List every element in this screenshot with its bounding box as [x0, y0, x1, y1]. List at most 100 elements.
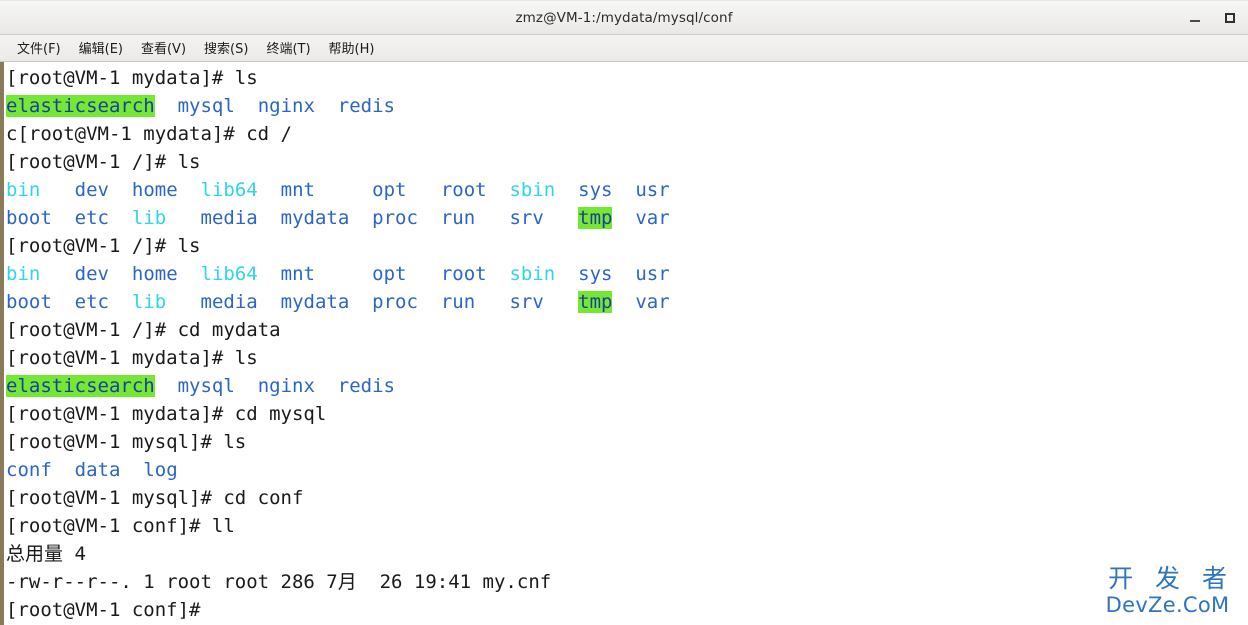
window-controls	[1186, 1, 1238, 34]
sticky-directory-name: tmp	[578, 207, 613, 229]
symlink-name: bin	[6, 263, 41, 285]
directory-name: dev	[74, 179, 109, 201]
maximize-button[interactable]	[1221, 9, 1238, 26]
directory-name: dev	[74, 263, 109, 285]
terminal-text: c[root@VM-1 mydata]# cd /	[6, 123, 292, 145]
terminal-text: [root@VM-1 /]# ls	[6, 235, 201, 257]
symlink-name: lib64	[200, 179, 258, 201]
title-bar[interactable]: zmz@VM-1:/mydata/mysql/conf	[0, 0, 1248, 35]
terminal-line: [root@VM-1 mysql]# cd conf	[6, 484, 1248, 512]
terminal-canvas[interactable]: [root@VM-1 mydata]# ls elasticsearch mysq…	[0, 62, 1248, 625]
directory-name: media	[200, 207, 258, 229]
directory-name: mydata	[280, 207, 350, 229]
directory-name: usr	[635, 263, 670, 285]
menu-help[interactable]: 帮助(H)	[320, 36, 384, 60]
terminal-line: boot etc lib media mydata proc run srv t…	[6, 204, 1248, 232]
minimize-icon	[1189, 19, 1200, 22]
menu-bar: 文件(F) 编辑(E) 查看(V) 搜索(S) 终端(T) 帮助(H)	[0, 35, 1248, 62]
terminal-line: [root@VM-1 conf]# ll	[6, 512, 1248, 540]
directory-name: etc	[74, 207, 109, 229]
terminal-text: [root@VM-1 /]# cd mydata	[6, 319, 281, 341]
directory-name: root	[440, 263, 487, 285]
sticky-directory-name: elasticsearch	[6, 95, 155, 117]
terminal-text: [root@VM-1 conf]#	[6, 599, 212, 621]
directory-name: nginx	[257, 375, 315, 397]
terminal-line: [root@VM-1 mydata]# cd mysql	[6, 400, 1248, 428]
directory-name: opt	[372, 179, 407, 201]
terminal-line: boot etc lib media mydata proc run srv t…	[6, 288, 1248, 316]
terminal-text: [root@VM-1 mydata]# ls	[6, 347, 258, 369]
directory-name: var	[635, 291, 670, 313]
symlink-name: bin	[6, 179, 41, 201]
symlink-name: sbin	[509, 179, 556, 201]
terminal-line: [root@VM-1 mysql]# ls	[6, 428, 1248, 456]
window-title: zmz@VM-1:/mydata/mysql/conf	[515, 9, 733, 26]
directory-name: boot	[6, 291, 52, 313]
symlink-name: lib64	[200, 263, 258, 285]
terminal-line: bin dev home lib64 mnt opt root sbin sys…	[6, 176, 1248, 204]
terminal-line: elasticsearch mysql nginx redis	[6, 92, 1248, 120]
terminal-line: [root@VM-1 mydata]# ls	[6, 64, 1248, 92]
directory-name: mnt	[280, 179, 315, 201]
terminal-line: bin dev home lib64 mnt opt root sbin sys…	[6, 260, 1248, 288]
terminal-text: [root@VM-1 /]# ls	[6, 151, 201, 173]
directory-name: log	[143, 459, 178, 481]
directory-name: mysql	[177, 95, 235, 117]
directory-name: sys	[578, 179, 613, 201]
terminal-text: -rw-r--r--. 1 root root 286 7月 26 19:41 …	[6, 571, 552, 593]
terminal-line: -rw-r--r--. 1 root root 286 7月 26 19:41 …	[6, 568, 1248, 596]
menu-file[interactable]: 文件(F)	[8, 36, 70, 60]
menu-view[interactable]: 查看(V)	[132, 36, 195, 60]
terminal-screen[interactable]: [root@VM-1 mydata]# ls elasticsearch mysq…	[4, 64, 1248, 624]
terminal-line: [root@VM-1 /]# cd mydata	[6, 316, 1248, 344]
maximize-icon	[1224, 12, 1235, 23]
directory-name: mydata	[280, 291, 350, 313]
directory-name: srv	[509, 291, 544, 313]
terminal-text: [root@VM-1 mysql]# cd conf	[6, 487, 304, 509]
directory-name: nginx	[257, 95, 315, 117]
terminal-line: conf data log	[6, 456, 1248, 484]
directory-name: var	[635, 207, 670, 229]
directory-name: run	[440, 207, 476, 229]
terminal-line: 总用量 4	[6, 540, 1248, 568]
menu-edit[interactable]: 编辑(E)	[70, 36, 132, 60]
directory-name: boot	[6, 207, 52, 229]
directory-name: srv	[509, 207, 544, 229]
terminal-text: 总用量 4	[6, 543, 86, 565]
directory-name: redis	[337, 95, 395, 117]
terminal-line: elasticsearch mysql nginx redis	[6, 372, 1248, 400]
terminal-text: [root@VM-1 mydata]# ls	[6, 67, 258, 89]
menu-terminal[interactable]: 终端(T)	[257, 36, 319, 60]
symlink-name: lib	[131, 291, 167, 313]
directory-name: mnt	[280, 263, 315, 285]
menu-search[interactable]: 搜索(S)	[195, 36, 257, 60]
minimize-button[interactable]	[1186, 9, 1203, 26]
